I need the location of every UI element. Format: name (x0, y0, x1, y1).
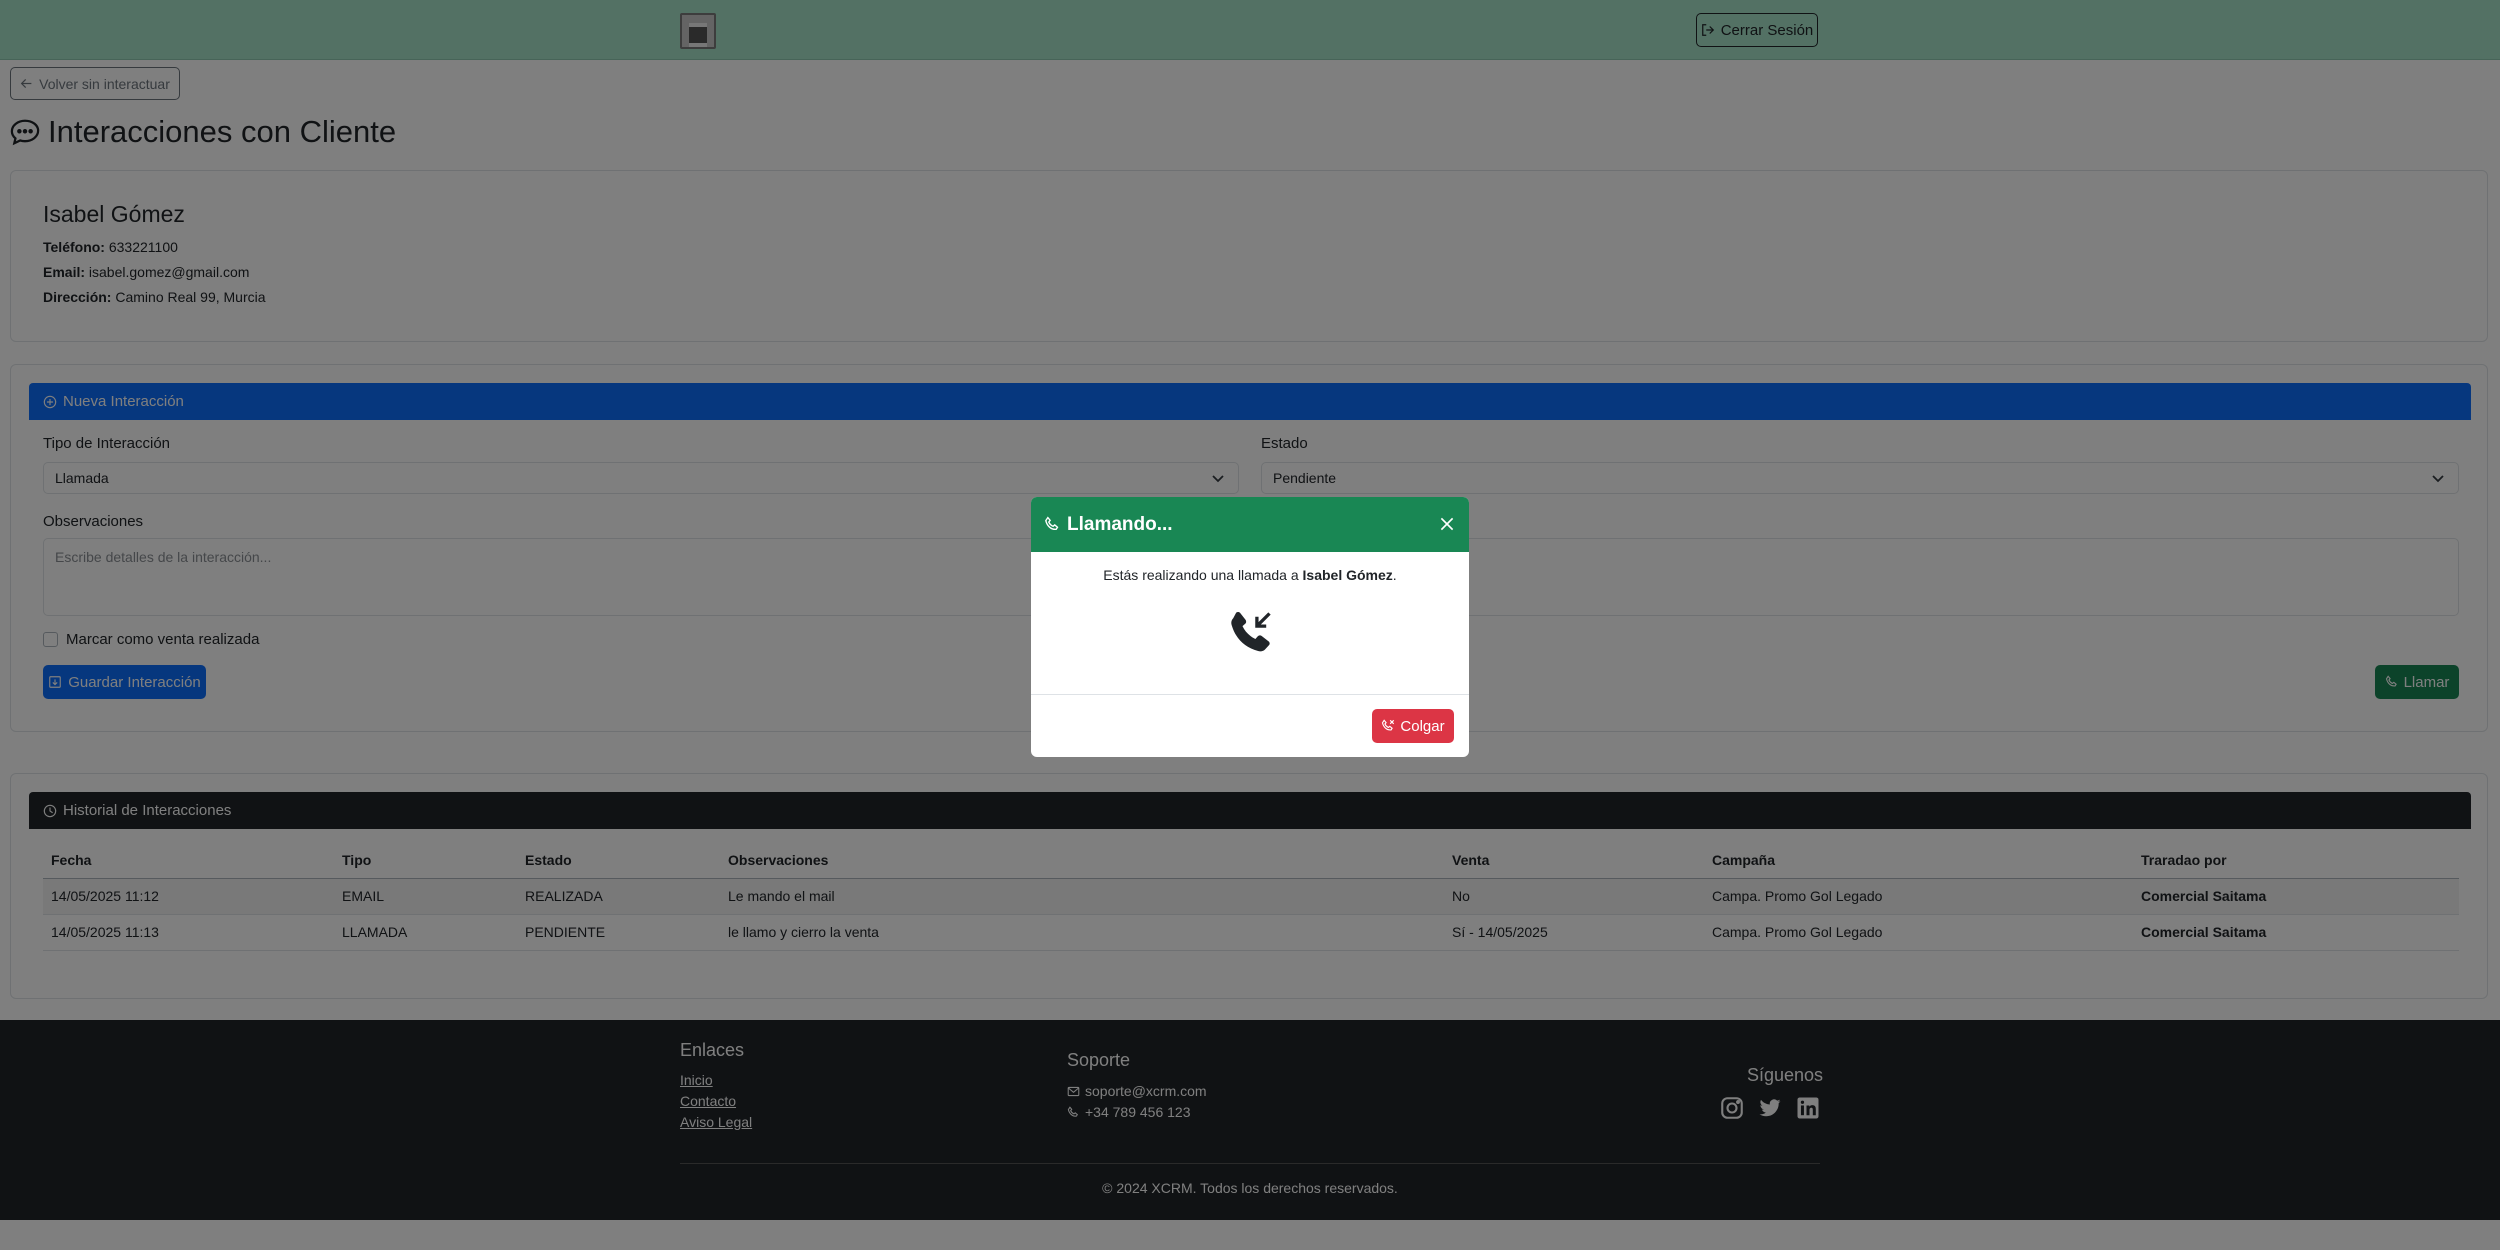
hangup-label: Colgar (1400, 717, 1445, 735)
modal-message-name: Isabel Gómez (1302, 567, 1393, 583)
modal-header: Llamando... (1031, 497, 1469, 552)
modal-footer-divider (1031, 694, 1469, 695)
close-icon[interactable] (1437, 514, 1457, 534)
phone-incoming-icon (1231, 611, 1271, 652)
hangup-button[interactable]: Colgar (1372, 709, 1454, 743)
calling-modal: Llamando... Estás realizando una llamada… (1031, 497, 1469, 757)
modal-message-suffix: . (1392, 567, 1397, 583)
phone-x-icon (1382, 719, 1395, 731)
modal-title: Llamando... (1067, 513, 1173, 535)
modal-message: Estás realizando una llamada a Isabel Gó… (1031, 567, 1469, 583)
phone-icon (1045, 516, 1059, 530)
modal-message-prefix: Estás realizando una llamada a (1103, 567, 1303, 583)
